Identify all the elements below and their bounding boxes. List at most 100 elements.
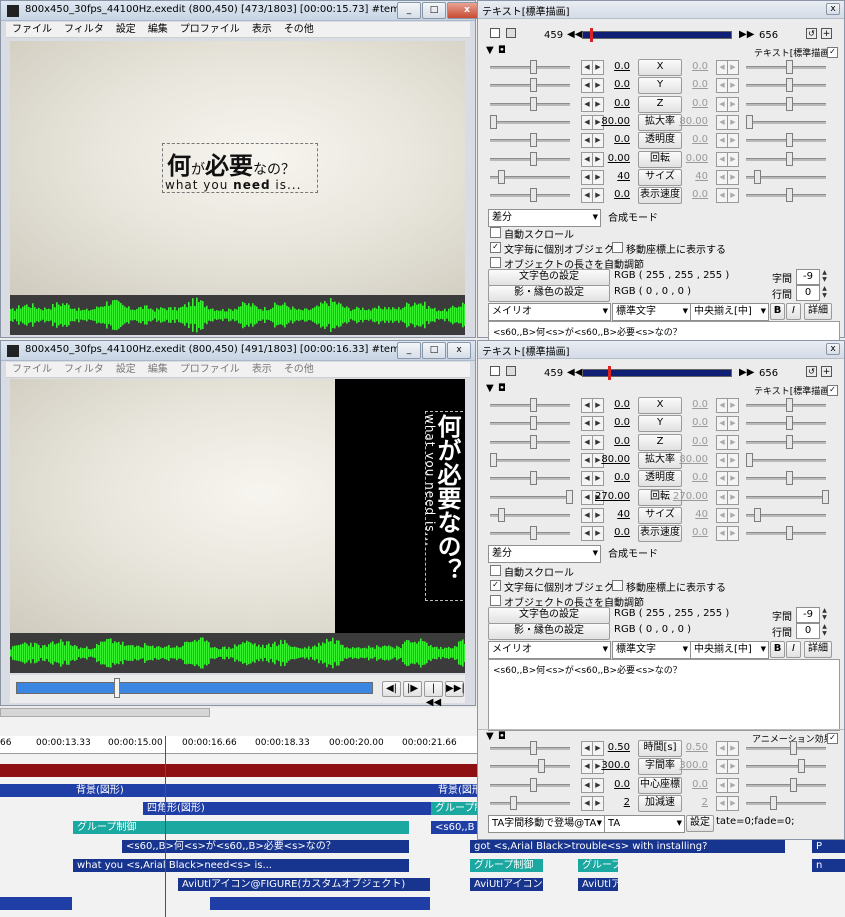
letter-spacing-stepper[interactable]: ▲ ▼ bbox=[820, 269, 829, 283]
blend-mode-select[interactable]: 差分 bbox=[488, 545, 601, 563]
left-value[interactable]: 0.0 bbox=[592, 417, 630, 428]
animation-group-select[interactable]: TA bbox=[604, 815, 685, 833]
right-thumb[interactable] bbox=[786, 60, 793, 74]
right-value[interactable]: 40 bbox=[670, 509, 708, 520]
clip-group-right[interactable]: グループ制 bbox=[431, 802, 477, 815]
last-frame-button[interactable]: ▶▶| bbox=[445, 681, 465, 697]
auto-scroll-checkbox[interactable] bbox=[490, 227, 501, 238]
animation-settings-button[interactable]: 設定 bbox=[686, 815, 714, 832]
left-value[interactable]: 0.0 bbox=[592, 779, 630, 790]
bold-button[interactable]: B bbox=[770, 303, 785, 320]
increment-arrow-icon[interactable]: ▶ bbox=[727, 60, 739, 75]
right-value[interactable]: 0.0 bbox=[670, 436, 708, 447]
right-thumb[interactable] bbox=[786, 78, 793, 93]
alignment-select[interactable]: 中央揃え[中] bbox=[690, 303, 769, 321]
menu-edit[interactable]: 編集 bbox=[148, 22, 168, 37]
text-object-2[interactable]: 何が必要なの？ what you need is... bbox=[425, 411, 465, 601]
increment-arrow-icon[interactable]: ▶ bbox=[727, 96, 739, 112]
left-value[interactable]: 40 bbox=[592, 171, 630, 182]
collapse-icon[interactable]: ▼ bbox=[486, 383, 494, 394]
close-button[interactable]: x bbox=[826, 343, 840, 355]
right-value[interactable]: 0.0 bbox=[670, 527, 708, 538]
menu-filter[interactable]: フィルタ bbox=[64, 22, 104, 37]
right-track[interactable] bbox=[746, 801, 826, 805]
refresh-icon[interactable]: ↺ bbox=[806, 366, 817, 377]
left-value[interactable]: 2 bbox=[592, 797, 630, 808]
left-thumb[interactable] bbox=[490, 114, 497, 129]
menu-other[interactable]: その他 bbox=[284, 362, 314, 377]
letter-spacing-input[interactable]: -9 bbox=[796, 607, 820, 623]
left-value[interactable]: 0.0 bbox=[592, 134, 630, 145]
increment-arrow-icon[interactable]: ▶ bbox=[727, 133, 739, 149]
frame-cursor[interactable] bbox=[590, 28, 593, 42]
left-thumb[interactable] bbox=[530, 133, 537, 148]
increment-arrow-icon[interactable]: ▶ bbox=[727, 151, 739, 167]
clip-aviutl-icon-1[interactable]: AviUtlアイコン@FIGURE(カスタムオブジェクト) bbox=[178, 878, 430, 891]
left-value[interactable]: 0.0 bbox=[592, 189, 630, 200]
left-track[interactable] bbox=[490, 801, 570, 805]
right-thumb[interactable] bbox=[790, 777, 797, 792]
minimize-button[interactable]: _ bbox=[397, 2, 421, 19]
increment-arrow-icon[interactable]: ▶ bbox=[727, 434, 739, 450]
clip-square[interactable]: 四角形(図形) bbox=[143, 802, 431, 815]
right-value[interactable]: 0.0 bbox=[670, 134, 708, 145]
menu-settings[interactable]: 設定 bbox=[116, 362, 136, 377]
menu-filter[interactable]: フィルタ bbox=[64, 362, 104, 377]
seek-bar[interactable] bbox=[16, 682, 373, 694]
italic-button[interactable]: I bbox=[786, 303, 801, 320]
font-select[interactable]: メイリオ bbox=[488, 303, 611, 321]
right-thumb[interactable] bbox=[786, 96, 793, 111]
clip-bottom-1[interactable] bbox=[0, 897, 72, 910]
animation-type-select[interactable]: TA字間移動で登場@TA bbox=[488, 815, 605, 833]
move-coord-checkbox[interactable] bbox=[612, 580, 623, 591]
left-value[interactable]: 0.00 bbox=[592, 153, 630, 164]
menu-edit[interactable]: 編集 bbox=[148, 362, 168, 377]
left-track[interactable] bbox=[490, 495, 570, 499]
menu-other[interactable]: その他 bbox=[284, 22, 314, 37]
right-thumb[interactable] bbox=[786, 398, 793, 412]
text-style-select[interactable]: 標準文字 bbox=[612, 641, 691, 659]
left-value[interactable]: 0.0 bbox=[592, 399, 630, 410]
font-select[interactable]: メイリオ bbox=[488, 641, 611, 659]
right-thumb[interactable] bbox=[746, 452, 753, 467]
layer-icon[interactable] bbox=[490, 28, 500, 38]
maximize-button[interactable]: □ bbox=[422, 342, 446, 359]
line-spacing-stepper[interactable]: ▲ ▼ bbox=[820, 623, 829, 637]
add-icon[interactable]: + bbox=[821, 28, 832, 39]
frame-cursor[interactable] bbox=[608, 366, 611, 380]
menu-view[interactable]: 表示 bbox=[252, 22, 272, 37]
shadow-color-button[interactable]: 影・縁色の設定 bbox=[488, 285, 610, 302]
frame-slider[interactable] bbox=[582, 31, 732, 39]
clip-group-control[interactable]: グループ制御 bbox=[73, 821, 409, 834]
clip-bottom-2[interactable] bbox=[210, 897, 430, 910]
menu-view[interactable]: 表示 bbox=[252, 362, 272, 377]
increment-arrow-icon[interactable]: ▶ bbox=[727, 741, 739, 756]
individual-objects-checkbox[interactable]: ✓ bbox=[490, 580, 501, 591]
clip-group-control-2[interactable]: グループ制御 bbox=[470, 859, 543, 872]
right-value[interactable]: 0.0 bbox=[670, 61, 708, 72]
right-value[interactable]: 0.00 bbox=[670, 153, 708, 164]
frame-slider[interactable] bbox=[582, 369, 732, 377]
playhead[interactable] bbox=[165, 736, 166, 917]
right-thumb[interactable] bbox=[786, 434, 793, 449]
text-style-select[interactable]: 標準文字 bbox=[612, 303, 691, 321]
increment-arrow-icon[interactable]: ▶ bbox=[727, 489, 739, 505]
increment-arrow-icon[interactable]: ▶ bbox=[727, 78, 739, 94]
increment-arrow-icon[interactable]: ▶ bbox=[727, 398, 739, 413]
left-thumb[interactable] bbox=[538, 759, 545, 774]
left-thumb[interactable] bbox=[530, 188, 537, 203]
increment-arrow-icon[interactable]: ▶ bbox=[727, 452, 739, 468]
right-value[interactable]: 0.0 bbox=[670, 399, 708, 410]
alignment-select[interactable]: 中央揃え[中] bbox=[690, 641, 769, 659]
right-value[interactable]: 40 bbox=[670, 171, 708, 182]
layer-icon[interactable] bbox=[490, 366, 500, 376]
letter-spacing-input[interactable]: -9 bbox=[796, 269, 820, 285]
left-value[interactable]: 80.00 bbox=[592, 454, 630, 465]
left-value[interactable]: 80.00 bbox=[592, 116, 630, 127]
right-value[interactable]: 270.00 bbox=[670, 491, 708, 502]
panel-1-titlebar[interactable]: テキスト[標準描画] x bbox=[478, 1, 844, 19]
right-thumb[interactable] bbox=[786, 416, 793, 431]
right-thumb[interactable] bbox=[786, 188, 793, 203]
individual-objects-checkbox[interactable]: ✓ bbox=[490, 242, 501, 253]
add-icon[interactable]: + bbox=[821, 366, 832, 377]
